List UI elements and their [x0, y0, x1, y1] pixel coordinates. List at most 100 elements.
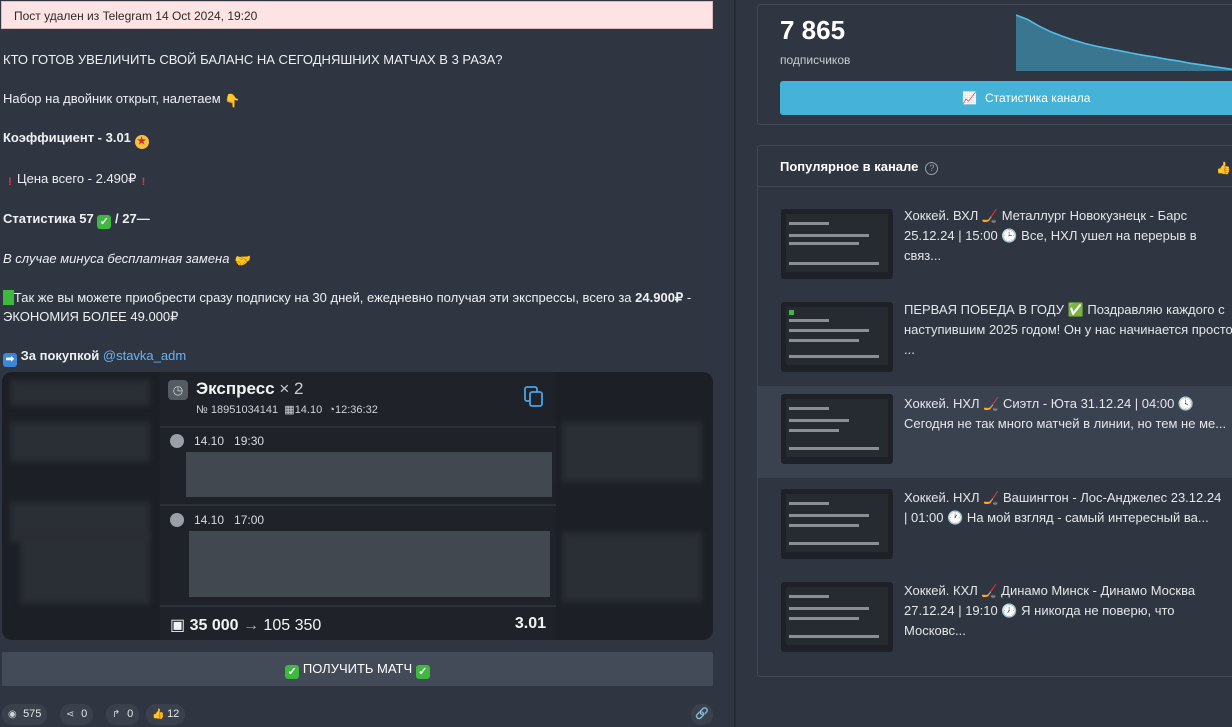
popular-line: ПЕРВАЯ ПОБЕДА В ГОДУ ✅ Поздравляю каждог…: [904, 302, 1225, 317]
popular-line: Сегодня не так много матчей в линии, но …: [904, 416, 1227, 431]
post-stats-bar: ◉ 575 ⋖ 0 ↱ 0 👍 12 🔗: [2, 702, 713, 726]
leg-date: 14.10: [194, 434, 225, 448]
bet-payout: 105 350: [263, 617, 322, 634]
post-line-double: Набор на двойник открыт, налетаем 👇: [3, 89, 709, 108]
wallet-icon: ▣: [170, 617, 186, 634]
popular-line: | 01:00 🕐 На мой взгляд - самый интересн…: [904, 510, 1209, 525]
likes-counter[interactable]: 👍 12: [146, 704, 186, 725]
post-column: Пост удален из Telegram 14 Oct 2024, 19:…: [0, 0, 716, 727]
popular-line: наступившим 2025 годом! Он у нас начинае…: [904, 322, 1232, 337]
hidden-match-details: [186, 452, 552, 497]
popular-line: ...: [904, 342, 915, 357]
post-thumbnail: [781, 582, 893, 652]
post-text: КТО ГОТОВ УВЕЛИЧИТЬ СВОЙ БАЛАНС НА СЕГОД…: [3, 50, 709, 387]
divider: [160, 605, 556, 607]
blurred-background: [562, 422, 702, 482]
check-icon: ✓: [97, 215, 112, 229]
popular-item-text: Хоккей. НХЛ 🏒 Вашингтон - Лос-Анджелес 2…: [904, 488, 1232, 528]
channel-stats-button[interactable]: 📈 Статистика канала: [780, 81, 1232, 115]
bet-slip-card: ◷ Экспресс × 2 № 18951034141 ▦14.10 ◔12:…: [160, 372, 556, 640]
popular-line: 25.12.24 | 15:00 🕒 Все, НХЛ ушел на пере…: [904, 228, 1197, 243]
thumbs-up-icon[interactable]: 👍: [1216, 161, 1231, 175]
deleted-banner: Пост удален из Telegram 14 Oct 2024, 19:…: [1, 1, 713, 29]
popular-item[interactable]: Хоккей. НХЛ 🏒 Сиэтл - Юта 31.12.24 | 04:…: [758, 386, 1232, 478]
checkmark-icon: ✓: [3, 290, 14, 305]
coef-text: Коэффициент - 3.01: [3, 130, 131, 145]
get-match-button[interactable]: ✓ ПОЛУЧИТЬ МАТЧ ✓: [2, 652, 713, 686]
post-price: ! Цена всего - 2.490₽!: [3, 169, 709, 189]
clock-small-icon: ◔: [328, 404, 335, 416]
get-match-label: ПОЛУЧИТЬ МАТЧ: [302, 661, 413, 676]
popular-title-text: Популярное в канале: [780, 159, 919, 174]
post-replacement: В случае минуса бесплатная замена 🤝: [3, 249, 709, 268]
trend-area: [1016, 15, 1232, 71]
exclamation-icon: !: [141, 176, 146, 188]
blurred-background: [10, 380, 150, 406]
deleted-banner-text: Пост удален из Telegram: [14, 9, 152, 23]
deleted-banner-date: 14 Oct 2024, 19:20: [155, 9, 258, 23]
buy-link[interactable]: @stavka_adm: [103, 348, 186, 363]
popular-item[interactable]: Хоккей. НХЛ 🏒 Вашингтон - Лос-Анджелес 2…: [758, 481, 1232, 573]
post-thumbnail: [781, 302, 893, 372]
bet-leg: 14.10 17:00: [170, 513, 550, 527]
bet-meta: № 18951034141 ▦14.10 ◔12:36:32: [196, 403, 378, 416]
views-counter: ◉ 575: [2, 704, 48, 725]
likes-count: 12: [167, 708, 180, 720]
handshake-icon: 🤝: [233, 253, 250, 268]
sub-text-1: Так же вы можете приобрести сразу подпис…: [13, 290, 632, 305]
popular-item-text: Хоккей. КХЛ 🏒 Динамо Минск - Динамо Моск…: [904, 581, 1232, 641]
forward-icon: ↱: [112, 709, 121, 720]
forwards-count: 0: [127, 708, 134, 720]
popular-line: связ...: [904, 248, 942, 263]
leg-date: 14.10: [194, 513, 225, 527]
post-coef: Коэффициент - 3.01 ★: [3, 128, 709, 149]
leg-time: 17:00: [234, 513, 265, 527]
copy-icon[interactable]: [524, 386, 544, 408]
blurred-background: [10, 422, 150, 462]
forwards-counter[interactable]: ↱ 0: [106, 704, 140, 725]
info-icon[interactable]: ?: [925, 162, 939, 175]
divider: [160, 504, 556, 506]
post-image[interactable]: ◷ Экспресс × 2 № 18951034141 ▦14.10 ◔12:…: [2, 372, 713, 640]
link-icon[interactable]: 🔗: [691, 704, 713, 725]
popular-item-text: ПЕРВАЯ ПОБЕДА В ГОДУ ✅ Поздравляю каждог…: [904, 300, 1232, 360]
channel-stats-label: Статистика канала: [984, 91, 1091, 105]
post-subscription: ✓Так же вы можете приобрести сразу подпи…: [3, 288, 709, 326]
popular-line: Хоккей. НХЛ 🏒 Сиэтл - Юта 31.12.24 | 04:…: [904, 396, 1195, 411]
shares-counter[interactable]: ⋖ 0: [60, 704, 94, 725]
blurred-background: [20, 534, 150, 604]
shares-count: 0: [81, 708, 88, 720]
replacement-text: В случае минуса бесплатная замена: [3, 251, 230, 266]
popular-item[interactable]: Хоккей. ВХЛ 🏒 Металлург Новокузнецк - Ба…: [758, 196, 1232, 288]
star-eyes-icon: ★: [134, 135, 149, 149]
post-thumbnail: [781, 489, 893, 559]
stats-rest-text: / 27: [115, 211, 137, 226]
check-icon: ✓: [415, 665, 430, 679]
popular-item[interactable]: ПЕРВАЯ ПОБЕДА В ГОДУ ✅ Поздравляю каждог…: [758, 292, 1232, 384]
clock-icon: ◷: [168, 380, 188, 400]
bet-odds: 3.01: [514, 615, 546, 632]
popular-item-text: Хоккей. НХЛ 🏒 Сиэтл - Юта 31.12.24 | 04:…: [904, 394, 1232, 434]
post-headline: КТО ГОТОВ УВЕЛИЧИТЬ СВОЙ БАЛАНС НА СЕГОД…: [3, 52, 503, 67]
check-icon: ✓: [285, 665, 300, 679]
calendar-icon: ▦: [284, 404, 295, 416]
bet-time: 12:36:32: [335, 404, 378, 416]
minus-icon: —: [136, 211, 150, 226]
hockey-puck-icon: [170, 434, 184, 448]
bet-date: 14.10: [294, 404, 323, 416]
popular-title: Популярное в канале?: [780, 159, 939, 175]
stats-text: Статистика 57: [3, 211, 94, 226]
chart-line-icon: 📈: [962, 91, 977, 105]
bet-title: Экспресс × 2: [196, 379, 303, 399]
share-icon: ⋖: [66, 709, 75, 720]
popular-line: Хоккей. КХЛ 🏒 Динамо Минск - Динамо Моск…: [904, 583, 1196, 598]
bet-leg: 14.10 19:30: [170, 434, 550, 448]
post-buy: ➡ За покупкой @stavka_adm: [3, 346, 709, 367]
divider: [758, 186, 1232, 187]
eye-icon: ◉: [8, 709, 17, 720]
popular-item[interactable]: Хоккей. КХЛ 🏒 Динамо Минск - Динамо Моск…: [758, 574, 1232, 666]
subscribers-card: 7 865 подписчиков 📈 Статистика канала: [757, 4, 1232, 125]
bet-type: Экспресс: [196, 379, 275, 398]
arrow-icon: →: [242, 617, 259, 634]
popular-line: Хоккей. НХЛ 🏒 Вашингтон - Лос-Анджелес 2…: [904, 490, 1222, 505]
